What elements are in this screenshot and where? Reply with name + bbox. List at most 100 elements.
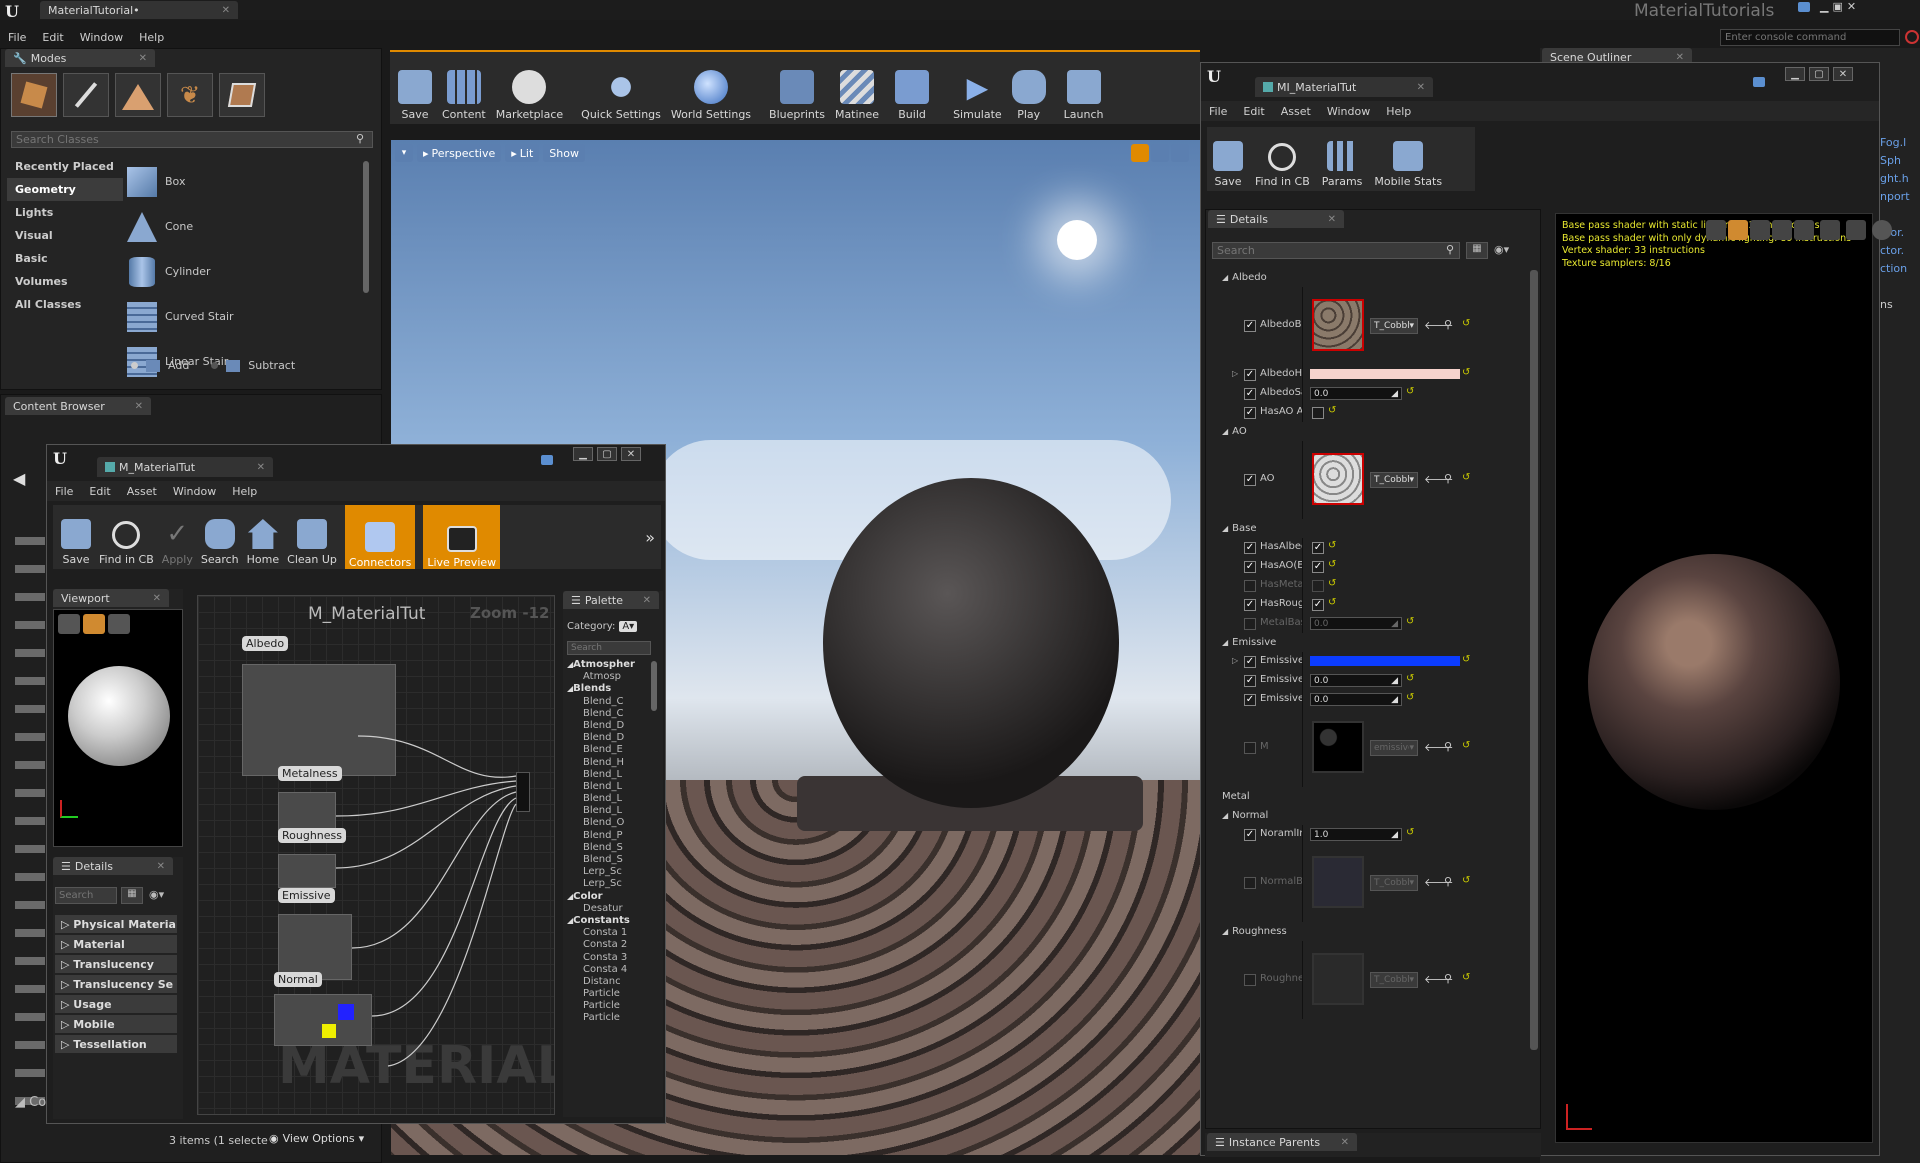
- preview-cylinder-icon[interactable]: [1706, 220, 1726, 240]
- reset-icon[interactable]: ↺: [1328, 559, 1336, 570]
- eye-icon[interactable]: ◉▾: [1494, 243, 1509, 256]
- close-icon[interactable]: ✕: [643, 595, 651, 606]
- preview-cube-icon[interactable]: [1772, 220, 1792, 240]
- launch-button[interactable]: Launch: [1064, 52, 1104, 124]
- texture-dropdown[interactable]: emissive▾: [1370, 740, 1418, 756]
- param-section[interactable]: ◢ Emissive: [1206, 633, 1528, 652]
- perspective-button[interactable]: ▸ Perspective: [417, 144, 502, 162]
- reset-icon[interactable]: ↺: [1328, 405, 1336, 416]
- close-icon[interactable]: ✕: [257, 462, 265, 473]
- reset-icon[interactable]: ↺: [1462, 472, 1470, 483]
- value-field[interactable]: 0.0 ◢: [1310, 674, 1402, 687]
- palette-item[interactable]: Blend_L: [565, 793, 647, 805]
- maximize-icon[interactable]: ▣: [1832, 0, 1842, 13]
- menu-help[interactable]: Help: [224, 485, 265, 498]
- reset-icon[interactable]: ↺: [1462, 740, 1470, 751]
- category-recently-placed[interactable]: Recently Placed: [7, 155, 123, 178]
- preview-plane-icon[interactable]: [1750, 220, 1770, 240]
- texture-thumbnail[interactable]: [1312, 856, 1364, 908]
- override-checkbox[interactable]: [1244, 742, 1256, 754]
- back-arrow-icon[interactable]: ◀: [13, 469, 25, 488]
- override-checkbox[interactable]: ✓: [1244, 561, 1256, 573]
- palette-item[interactable]: Atmosp: [565, 671, 647, 683]
- content-button[interactable]: Content: [442, 52, 486, 124]
- override-checkbox[interactable]: ✓: [1244, 675, 1256, 687]
- palette-item[interactable]: Blend_L: [565, 781, 647, 793]
- search-button[interactable]: Search: [201, 505, 239, 569]
- realtime-icon[interactable]: [1846, 220, 1866, 240]
- details-search-input[interactable]: [1212, 242, 1460, 259]
- texture-thumbnail[interactable]: [1312, 721, 1364, 773]
- close-icon[interactable]: ✕: [1833, 67, 1853, 81]
- foliage-mode-icon[interactable]: ❦: [167, 73, 213, 117]
- collapse-arrow-icon[interactable]: ◢: [1222, 927, 1228, 936]
- override-checkbox[interactable]: ✓: [1244, 656, 1256, 668]
- palette-item[interactable]: Lerp_Sc: [565, 866, 647, 878]
- rotate-icon[interactable]: [1151, 144, 1169, 162]
- param-section[interactable]: ◢ AO: [1206, 422, 1528, 441]
- menu-file[interactable]: File: [1201, 105, 1235, 118]
- reset-icon[interactable]: ↺: [1462, 875, 1470, 886]
- list-item[interactable]: ght.h: [1880, 170, 1920, 188]
- value-field[interactable]: 0.0 ◢: [1310, 387, 1402, 400]
- palette-item[interactable]: Blend_S: [565, 854, 647, 866]
- category-tessellation[interactable]: ▷ Tessellation: [55, 1035, 177, 1053]
- reset-icon[interactable]: ↺: [1328, 540, 1336, 551]
- palette-category[interactable]: ◢Constants: [565, 915, 647, 927]
- value-checkbox[interactable]: ✓: [1312, 599, 1324, 611]
- palette-item[interactable]: Blend_C: [565, 696, 647, 708]
- browse-magnifier-icon[interactable]: ⚲: [1444, 972, 1452, 985]
- collapse-arrow-icon[interactable]: ◢: [1222, 638, 1228, 647]
- tab-details[interactable]: ☰ Details ✕: [1208, 210, 1344, 228]
- browse-magnifier-icon[interactable]: ⚲: [1444, 875, 1452, 888]
- category-volumes[interactable]: Volumes: [7, 270, 123, 293]
- maximize-icon[interactable]: ▢: [597, 447, 617, 461]
- palette-item[interactable]: Blend_D: [565, 732, 647, 744]
- list-item[interactable]: Box: [127, 159, 359, 204]
- palette-item[interactable]: Consta 2: [565, 939, 647, 951]
- find-in-cb-button[interactable]: Find in CB: [99, 505, 154, 569]
- find-in-cb-button[interactable]: Find in CB: [1255, 127, 1310, 191]
- live-preview-button[interactable]: Live Preview: [423, 505, 501, 569]
- add-radio[interactable]: [131, 362, 138, 369]
- minimize-icon[interactable]: ▁: [1785, 67, 1805, 81]
- texture-thumbnail[interactable]: [1312, 953, 1364, 1005]
- console-input[interactable]: [1720, 29, 1900, 46]
- close-icon[interactable]: ✕: [222, 5, 230, 16]
- search-classes-input[interactable]: [11, 131, 373, 148]
- override-checkbox[interactable]: [1244, 877, 1256, 889]
- override-checkbox[interactable]: [1244, 580, 1256, 592]
- param-section[interactable]: ◢ Albedo: [1206, 268, 1528, 287]
- list-item[interactable]: Cone: [127, 204, 359, 249]
- palette-search-input[interactable]: [567, 641, 651, 655]
- clean-up-button[interactable]: Clean Up: [287, 505, 337, 569]
- refresh-icon[interactable]: [1872, 220, 1892, 240]
- palette-item[interactable]: Blend_C: [565, 708, 647, 720]
- param-section[interactable]: ◢ Base: [1206, 519, 1528, 538]
- eye-icon[interactable]: ◉▾: [149, 888, 164, 901]
- palette-item[interactable]: Distanc: [565, 976, 647, 988]
- palette-item[interactable]: Particle: [565, 988, 647, 1000]
- close-icon[interactable]: ✕: [1328, 214, 1336, 225]
- reset-icon[interactable]: ↺: [1406, 827, 1414, 838]
- tab-instance-parents[interactable]: ☰ Instance Parents ✕: [1207, 1133, 1357, 1151]
- value-field[interactable]: 0.0 ◢: [1310, 617, 1402, 630]
- palette-category[interactable]: ◢Color: [565, 891, 647, 903]
- preview-sphere-icon[interactable]: [1728, 220, 1748, 240]
- category-translucency[interactable]: ▷ Translucency: [55, 955, 177, 973]
- feedback-icon[interactable]: [541, 455, 553, 465]
- palette-category[interactable]: ◢Atmospher: [565, 659, 647, 671]
- list-item[interactable]: ctor.: [1880, 242, 1920, 260]
- view-list-icon[interactable]: ▦: [121, 887, 143, 904]
- palette-item[interactable]: Blend_H: [565, 757, 647, 769]
- menu-edit[interactable]: Edit: [81, 485, 118, 498]
- list-item[interactable]: ns: [1880, 296, 1920, 314]
- no-entry-icon[interactable]: [1905, 30, 1919, 44]
- list-item[interactable]: Curved Stair: [127, 294, 359, 339]
- reset-icon[interactable]: ↺: [1462, 654, 1470, 665]
- preview-mesh-icon[interactable]: [1794, 220, 1814, 240]
- show-button[interactable]: Show: [543, 144, 585, 162]
- connectors-button[interactable]: Connectors: [344, 505, 416, 569]
- color-swatch[interactable]: [1310, 369, 1460, 379]
- texture-dropdown[interactable]: T_Cobble▾: [1370, 318, 1418, 334]
